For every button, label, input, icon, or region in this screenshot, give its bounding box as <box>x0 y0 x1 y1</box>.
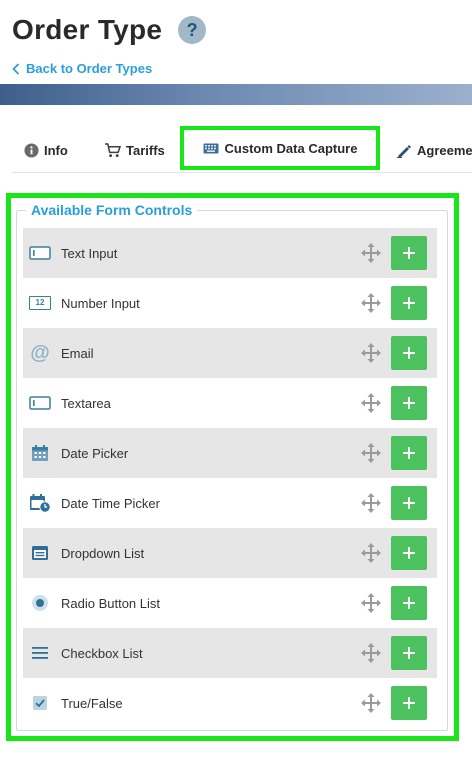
back-link-label: Back to Order Types <box>26 61 153 76</box>
calendar-icon <box>28 441 52 465</box>
plus-icon <box>403 447 415 459</box>
tab-custom-data-capture[interactable]: Custom Data Capture <box>180 126 380 170</box>
add-button[interactable] <box>391 436 427 470</box>
move-icon[interactable] <box>359 241 383 265</box>
page-title-row: Order Type ? <box>12 14 207 46</box>
list-item: 12 Number Input <box>23 278 437 328</box>
at-glyph: @ <box>30 342 50 364</box>
plus-icon <box>403 347 415 359</box>
tab-label: Info <box>44 142 68 158</box>
header-banner <box>0 84 472 105</box>
calendar-clock-icon <box>28 491 52 515</box>
pen-icon <box>397 145 411 158</box>
tab-divider <box>12 172 472 173</box>
help-icon[interactable]: ? <box>178 16 207 44</box>
tab-info[interactable]: Info <box>24 138 68 162</box>
move-icon[interactable] <box>359 591 383 615</box>
list-item: Date Picker <box>23 428 437 478</box>
plus-icon <box>403 247 415 259</box>
back-link[interactable]: Back to Order Types <box>12 61 152 76</box>
add-button[interactable] <box>391 236 427 270</box>
plus-icon <box>403 597 415 609</box>
keyboard-icon <box>203 143 219 153</box>
add-button[interactable] <box>391 536 427 570</box>
move-icon[interactable] <box>359 341 383 365</box>
list-item: Textarea <box>23 378 437 428</box>
add-button[interactable] <box>391 336 427 370</box>
add-button[interactable] <box>391 636 427 670</box>
add-button[interactable] <box>391 586 427 620</box>
list-item: Radio Button List <box>23 578 437 628</box>
move-icon[interactable] <box>359 291 383 315</box>
form-controls-list: Text Input 12 Number Input @ Email Texta… <box>23 228 437 728</box>
list-item: Dropdown List <box>23 528 437 578</box>
move-icon[interactable] <box>359 691 383 715</box>
at-icon: @ <box>28 341 52 365</box>
number-input-icon: 12 <box>28 291 52 315</box>
plus-icon <box>403 547 415 559</box>
tab-agreements[interactable]: Agreeme <box>396 138 472 162</box>
tab-label: Custom Data Capture <box>224 140 358 156</box>
list-icon <box>28 641 52 665</box>
textarea-icon <box>28 391 52 415</box>
tab-tariffs[interactable]: Tariffs <box>104 138 165 162</box>
radio-icon <box>28 591 52 615</box>
plus-icon <box>403 497 415 509</box>
tab-bar: Info Tariffs Custom Data Capture Agreeme <box>0 124 472 174</box>
list-item: Text Input <box>23 228 437 278</box>
checkbox-icon <box>28 691 52 715</box>
add-button[interactable] <box>391 686 427 720</box>
plus-icon <box>403 297 415 309</box>
move-icon[interactable] <box>359 541 383 565</box>
tab-label: Tariffs <box>126 142 165 158</box>
move-icon[interactable] <box>359 391 383 415</box>
add-button[interactable] <box>391 286 427 320</box>
number-input-glyph: 12 <box>29 296 51 310</box>
cart-icon <box>105 142 121 157</box>
list-item: @ Email <box>23 328 437 378</box>
add-button[interactable] <box>391 386 427 420</box>
add-button[interactable] <box>391 486 427 520</box>
chevron-left-icon <box>12 62 20 75</box>
dropdown-icon <box>28 541 52 565</box>
move-icon[interactable] <box>359 441 383 465</box>
info-icon <box>24 142 39 158</box>
plus-icon <box>403 697 415 709</box>
list-item: Checkbox List <box>23 628 437 678</box>
plus-icon <box>403 647 415 659</box>
page-title: Order Type <box>12 14 163 45</box>
list-item: True/False <box>23 678 437 728</box>
fieldset-legend: Available Form Controls <box>26 202 198 218</box>
text-input-icon <box>28 241 52 265</box>
plus-icon <box>403 397 415 409</box>
move-icon[interactable] <box>359 641 383 665</box>
move-icon[interactable] <box>359 491 383 515</box>
tab-label: Agreeme <box>417 142 472 158</box>
list-item: Date Time Picker <box>23 478 437 528</box>
